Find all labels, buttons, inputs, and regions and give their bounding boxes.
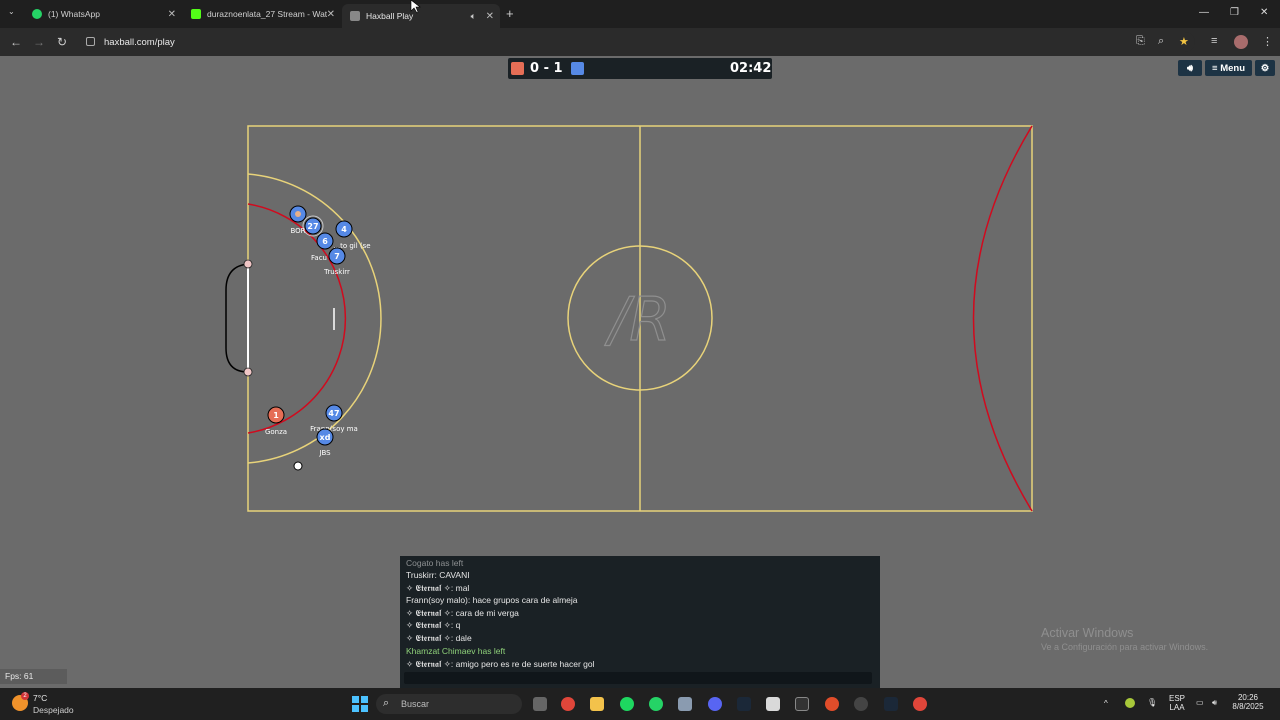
chat-message: Khamzat Chimaev has left: [406, 646, 506, 656]
search-placeholder: Buscar: [401, 699, 430, 709]
clock[interactable]: 20:26 8/8/2025: [1232, 693, 1264, 711]
microphone-icon[interactable]: 🎙︎: [1147, 698, 1157, 707]
player-number: 7: [334, 252, 340, 261]
network-icon[interactable]: ▭: [1196, 698, 1204, 707]
blue-score: 1: [553, 61, 563, 76]
match-clock: 02:42: [730, 61, 772, 76]
speaker-icon: 🔊︎: [1187, 62, 1193, 74]
watermark-subtitle: Ve a Configuración para activar Windows.: [1041, 642, 1209, 652]
weather-badge: 2: [21, 692, 29, 700]
player-name: Truskirr: [323, 268, 350, 276]
gear-icon: ⚙: [1260, 62, 1270, 74]
fps-counter: Fps: 61: [0, 669, 67, 684]
epic-games-icon[interactable]: [795, 697, 809, 711]
weather-desc: Despejado: [33, 705, 74, 715]
chat-message: ✧ 𝕰𝖙𝖊𝖗𝖓𝖆𝖑 ✧: mal: [406, 583, 470, 593]
spotify-icon[interactable]: [620, 697, 634, 711]
steam-icon[interactable]: [737, 697, 751, 711]
chat-message: Frann(soy malo): hace grupos cara de alm…: [406, 595, 578, 605]
player-name: Frann(soy ma: [310, 425, 358, 433]
player-number: 6: [322, 237, 328, 246]
discord-icon[interactable]: [708, 697, 722, 711]
windows-start-icon[interactable]: [352, 696, 368, 712]
player: [289, 205, 307, 223]
file-explorer-icon[interactable]: [590, 697, 604, 711]
chrome-icon[interactable]: [913, 697, 927, 711]
tray-overflow-icon[interactable]: ^: [1104, 699, 1108, 708]
settings-app-icon[interactable]: [678, 697, 692, 711]
chat-message: ✧ 𝕰𝖙𝖊𝖗𝖓𝖆𝖑 ✧: dale: [406, 633, 472, 643]
activation-watermark: Activar Windows Ve a Configuración para …: [1041, 626, 1208, 652]
date: 8/8/2025: [1232, 702, 1264, 711]
whatsapp-icon[interactable]: [649, 697, 663, 711]
chat-input[interactable]: [404, 672, 872, 684]
language-indicator[interactable]: ESP LAA: [1166, 694, 1188, 712]
taskbar-search[interactable]: [376, 694, 522, 714]
red-score: 0: [530, 61, 540, 76]
chat-message: ✧ 𝕰𝖙𝖊𝖗𝖓𝖆𝖑 ✧: amigo pero es re de suerte …: [406, 659, 595, 669]
red-team-swatch: [511, 62, 524, 75]
left-penalty-arc: [247, 173, 382, 464]
goal-post: [243, 367, 253, 377]
time: 20:26: [1237, 693, 1259, 702]
chat-panel: Cogato has left Truskirr: CAVANI ✧ 𝕰𝖙𝖊𝖗𝖓…: [400, 556, 880, 688]
app-icon[interactable]: [854, 697, 868, 711]
player-name: JBS: [318, 449, 331, 457]
player-name: Gonza: [265, 428, 287, 436]
chat-message: ✧ 𝕰𝖙𝖊𝖗𝖓𝖆𝖑 ✧: cara de mi verga: [406, 608, 519, 618]
menu-label: Menu: [1220, 62, 1245, 74]
player-name: BOR: [290, 227, 305, 235]
blue-team-swatch: [571, 62, 584, 75]
hamburger-icon: ≡: [1212, 62, 1218, 74]
player-number: 47: [328, 409, 339, 418]
player-number: 1: [273, 411, 279, 420]
settings-button[interactable]: ⚙: [1255, 60, 1275, 76]
score-separator: -: [543, 61, 549, 76]
player-avatar-icon: [295, 211, 301, 217]
player-number: 4: [341, 225, 347, 234]
windows-taskbar: [0, 688, 1280, 720]
player: 4 ...to gil (se: [333, 220, 371, 250]
steam-icon[interactable]: [884, 697, 898, 711]
weather-temp: 7°C: [33, 693, 48, 703]
task-view-icon[interactable]: [533, 697, 547, 711]
menu-button[interactable]: ≡ Menu: [1205, 60, 1252, 76]
player-name: Facu: [311, 254, 327, 262]
left-goal-net: [225, 263, 249, 373]
mouse-cursor-icon: [410, 0, 421, 14]
watermark-title: Activar Windows: [1041, 626, 1134, 640]
center-logo: /R: [604, 285, 671, 355]
store-icon[interactable]: [766, 697, 780, 711]
chat-message: Cogato has left: [406, 558, 464, 568]
chrome-icon[interactable]: [561, 697, 575, 711]
goal-post: [243, 259, 253, 269]
chat-message: ✧ 𝕰𝖙𝖊𝖗𝖓𝖆𝖑 ✧: q: [406, 620, 461, 630]
lang-top: ESP: [1168, 694, 1185, 703]
app-icon[interactable]: [825, 697, 839, 711]
score: 0 - 1: [530, 61, 563, 76]
ball: [293, 461, 303, 471]
player: 47 Frann(soy ma: [310, 404, 358, 433]
chat-message: Truskirr: CAVANI: [406, 570, 470, 580]
player-number: 27: [307, 222, 318, 231]
player: 7 Truskirr: [323, 247, 350, 276]
player: xd JBS: [316, 428, 334, 457]
sound-button[interactable]: 🔊︎: [1178, 60, 1202, 76]
search-icon: ⌕: [383, 697, 390, 709]
right-red-arc: [972, 125, 1033, 512]
tray-app-icon[interactable]: [1125, 698, 1135, 708]
lang-bottom: LAA: [1169, 703, 1185, 712]
volume-icon[interactable]: 🔊︎: [1212, 698, 1217, 708]
player-number: xd: [320, 433, 331, 442]
